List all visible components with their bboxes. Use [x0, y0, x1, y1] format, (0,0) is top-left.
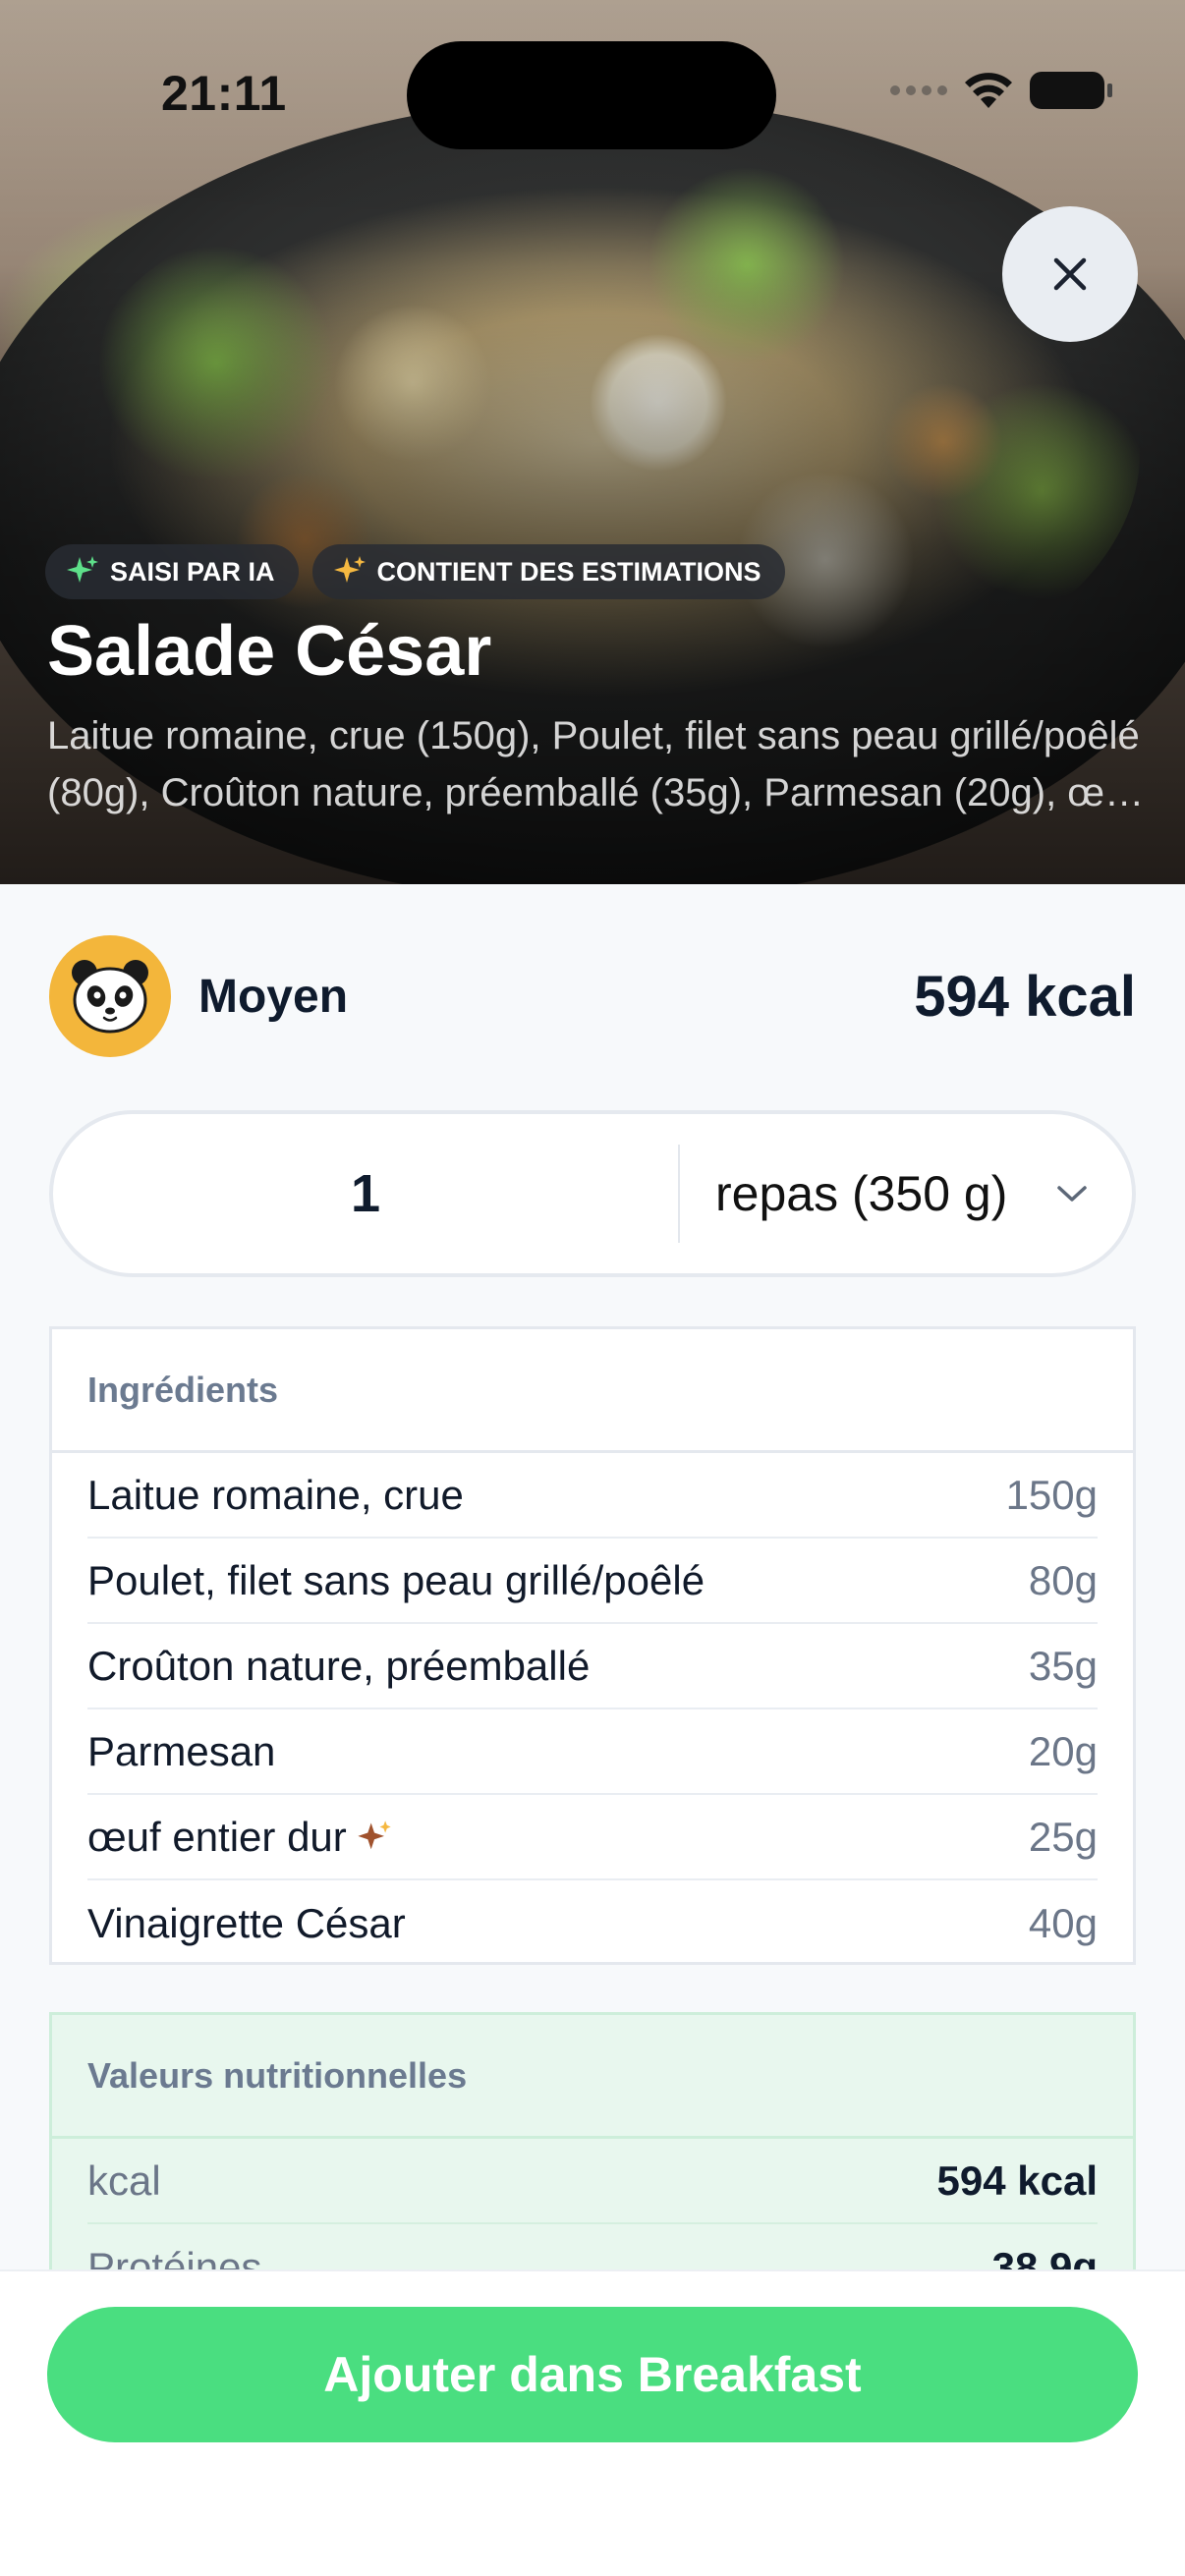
- ingredients-header: Ingrédients: [52, 1329, 1133, 1453]
- chevron-down-icon: [1057, 1186, 1087, 1202]
- ingredient-quantity: 20g: [1028, 1727, 1098, 1774]
- meal-title: Salade César: [47, 612, 492, 691]
- ingredient-name: Poulet, filet sans peau grillé/poêlé: [87, 1556, 705, 1603]
- ingredient-name: Laitue romaine, crue: [87, 1471, 464, 1518]
- ingredient-row[interactable]: œuf entier dur 25g: [87, 1795, 1098, 1880]
- ingredient-quantity: 40g: [1028, 1899, 1098, 1946]
- dynamic-island: [407, 41, 776, 149]
- add-to-meal-button[interactable]: Ajouter dans Breakfast: [47, 2307, 1138, 2442]
- status-time: 21:11: [161, 66, 287, 121]
- ingredient-quantity: 35g: [1028, 1642, 1098, 1689]
- estimations-badge: CONTIENT DES ESTIMATIONS: [311, 544, 785, 599]
- close-button[interactable]: [1002, 206, 1138, 342]
- panda-icon: [72, 960, 148, 1034]
- ingredient-name: Parmesan: [87, 1727, 276, 1774]
- ingredient-row[interactable]: Parmesan 20g: [87, 1709, 1098, 1795]
- ingredient-name: Vinaigrette César: [87, 1899, 406, 1946]
- meal-summary: Moyen 594 kcal: [49, 935, 1136, 1057]
- ingredient-row[interactable]: Croûton nature, préemballé 35g: [87, 1624, 1098, 1709]
- ingredient-row[interactable]: Poulet, filet sans peau grillé/poêlé 80g: [87, 1539, 1098, 1624]
- ingredient-quantity: 150g: [1005, 1471, 1098, 1518]
- unit-select[interactable]: repas (350 g): [680, 1165, 1132, 1222]
- badges: SAISI PAR IA CONTIENT DES ESTIMATIONS: [45, 544, 785, 599]
- ingredient-quantity: 25g: [1028, 1813, 1098, 1860]
- ingredient-name: œuf entier dur: [87, 1813, 347, 1860]
- status-icons: [890, 71, 1112, 110]
- ingredient-quantity: 80g: [1028, 1556, 1098, 1603]
- meal-description: Laitue romaine, crue (150g), Poulet, fil…: [47, 714, 1140, 814]
- ingredients-card: Ingrédients Laitue romaine, crue 150g Poul…: [49, 1326, 1136, 1965]
- nutrition-row: kcal 594 kcal: [87, 2139, 1098, 2224]
- battery-icon: [1030, 72, 1112, 109]
- sparkle-icon: [333, 556, 366, 583]
- close-icon: [1053, 257, 1087, 291]
- portion-selector: 1 repas (350 g): [49, 1110, 1136, 1277]
- nutrition-header: Valeurs nutritionnelles: [52, 2015, 1133, 2139]
- bottom-bar: Ajouter dans Breakfast: [0, 2269, 1185, 2576]
- signal-icon: [890, 85, 947, 95]
- quantity-input[interactable]: 1: [53, 1163, 678, 1224]
- wifi-icon: [965, 73, 1012, 108]
- ingredient-row[interactable]: Laitue romaine, crue 150g: [87, 1453, 1098, 1539]
- ingredient-name: Croûton nature, préemballé: [87, 1642, 591, 1689]
- score-level: Moyen: [198, 970, 349, 1023]
- total-kcal: 594 kcal: [914, 964, 1136, 1029]
- ai-badge: SAISI PAR IA: [45, 544, 299, 599]
- nutrient-value: 594 kcal: [936, 2156, 1099, 2204]
- ingredient-row[interactable]: Vinaigrette César 40g: [87, 1880, 1098, 1966]
- avatar: [49, 935, 171, 1057]
- nutrient-label: kcal: [87, 2156, 161, 2204]
- unit-label: repas (350 g): [715, 1166, 1008, 1221]
- sparkle-icon: [67, 556, 98, 583]
- sparkle-icon: [358, 1820, 391, 1849]
